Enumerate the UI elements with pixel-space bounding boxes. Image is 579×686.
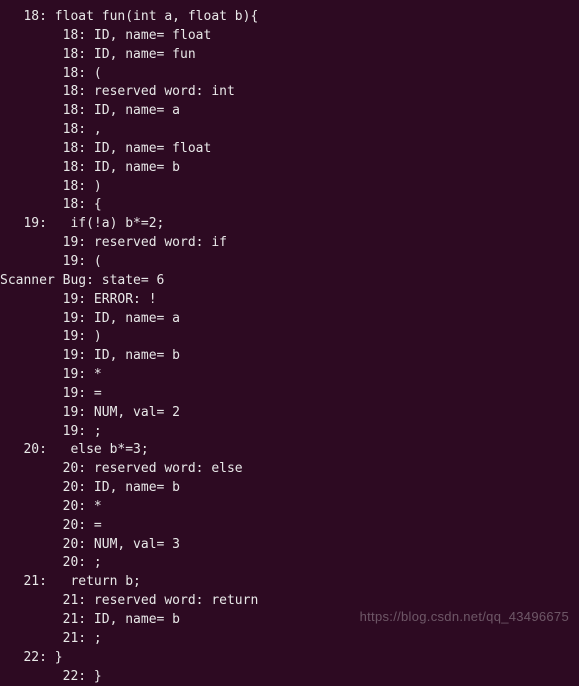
output-line: 22: } (0, 650, 63, 665)
output-line: 19: ERROR: ! (0, 292, 157, 307)
output-line: 21: reserved word: return (0, 593, 258, 608)
output-line: 19: ID, name= a (0, 311, 180, 326)
output-line: 18: ID, name= fun (0, 47, 196, 62)
output-line: 21: ID, name= b (0, 612, 180, 627)
output-line: 19: ) (0, 329, 102, 344)
output-line: 20: ID, name= b (0, 480, 180, 495)
output-line: 18: float fun(int a, float b){ (0, 9, 258, 24)
watermark-text: https://blog.csdn.net/qq_43496675 (360, 608, 569, 627)
output-line: 20: ; (0, 555, 102, 570)
output-line: 19: ; (0, 424, 102, 439)
output-line: 18: ( (0, 66, 102, 81)
output-line: 19: NUM, val= 2 (0, 405, 180, 420)
output-line: 18: ) (0, 179, 102, 194)
output-line: 19: reserved word: if (0, 235, 227, 250)
output-line: 18: ID, name= a (0, 103, 180, 118)
output-line: 20: else b*=3; (0, 442, 149, 457)
output-line: 21: return b; (0, 574, 141, 589)
output-line: Scanner Bug: state= 6 (0, 273, 164, 288)
output-line: 19: ID, name= b (0, 348, 180, 363)
output-line: 18: ID, name= b (0, 160, 180, 175)
output-line: 21: ; (0, 631, 102, 646)
output-line: 18: reserved word: int (0, 84, 235, 99)
output-line: 20: = (0, 518, 102, 533)
output-line: 20: reserved word: else (0, 461, 243, 476)
output-line: 20: * (0, 499, 102, 514)
output-line: 18: ID, name= float (0, 141, 211, 156)
output-line: 22: } (0, 669, 102, 684)
output-line: 19: if(!a) b*=2; (0, 216, 164, 231)
output-line: 18: ID, name= float (0, 28, 211, 43)
output-line: 18: { (0, 197, 102, 212)
output-line: 19: = (0, 386, 102, 401)
output-line: 19: ( (0, 254, 102, 269)
terminal-output: 18: float fun(int a, float b){ 18: ID, n… (0, 8, 579, 686)
output-line: 18: , (0, 122, 102, 137)
output-line: 19: * (0, 367, 102, 382)
output-line: 20: NUM, val= 3 (0, 537, 180, 552)
